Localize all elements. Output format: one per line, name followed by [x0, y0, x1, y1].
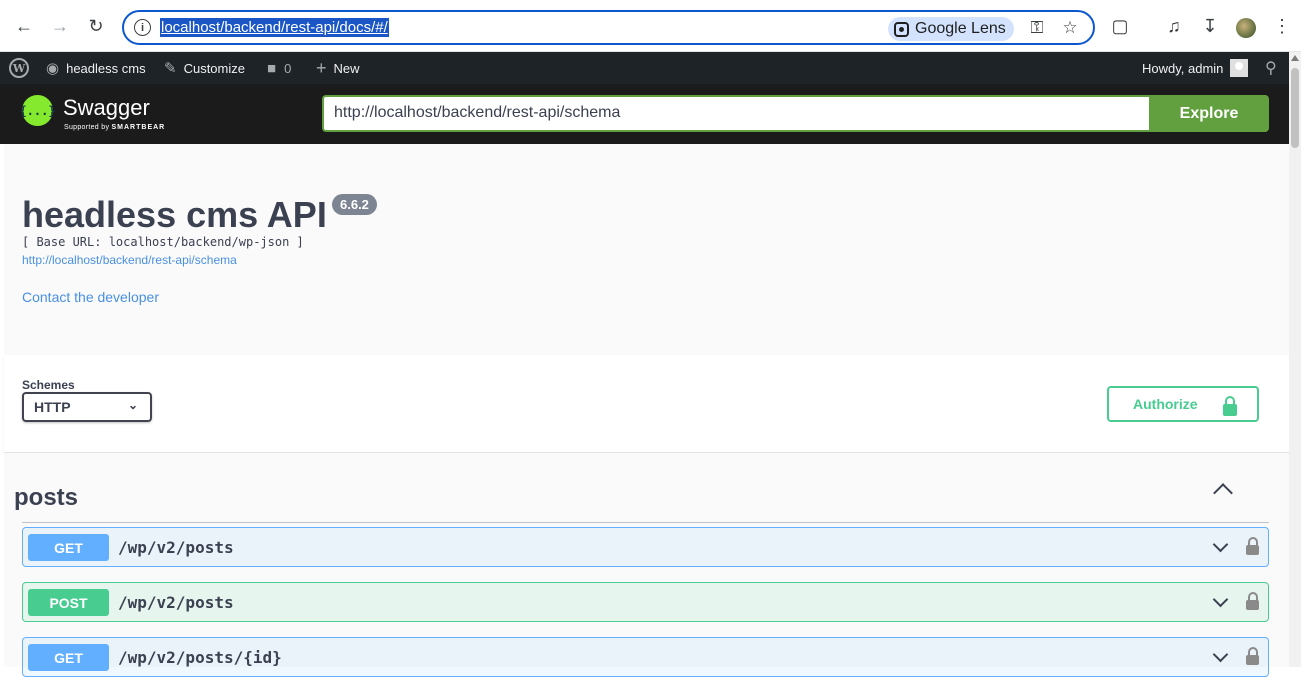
swagger-brand: Swagger: [63, 95, 150, 120]
tag-title[interactable]: posts: [14, 484, 78, 512]
supported-by-label: Supported by: [64, 124, 110, 131]
opblock-post-posts[interactable]: POST /wp/v2/posts: [22, 582, 1269, 622]
wp-comments-menu[interactable]: ■ 0: [267, 52, 291, 84]
site-info-icon[interactable]: i: [134, 19, 151, 36]
wp-customize-menu[interactable]: ✎ Customize: [164, 52, 245, 84]
opblock-get-posts[interactable]: GET /wp/v2/posts: [22, 527, 1269, 567]
comments-count: 0: [284, 60, 292, 76]
schemes-select[interactable]: HTTP ⌄: [22, 392, 152, 422]
operations-section: posts GET /wp/v2/posts POST /wp/v2/posts…: [4, 453, 1289, 677]
brush-icon: ✎: [164, 60, 177, 77]
schemes-container: Schemes HTTP ⌄ Authorize: [4, 355, 1289, 453]
wordpress-logo-icon: W: [9, 58, 29, 78]
wp-account-menu[interactable]: Howdy, admin: [1142, 52, 1249, 84]
chevron-down-icon[interactable]: [1212, 646, 1229, 663]
operation-path: /wp/v2/posts: [118, 538, 234, 557]
download-icon[interactable]: ↧: [1199, 14, 1221, 38]
lens-icon: [894, 21, 909, 37]
extensions-icon[interactable]: ▢: [1109, 14, 1131, 38]
schema-link[interactable]: http://localhost/backend/rest-api/schema: [22, 253, 237, 267]
back-arrow-icon[interactable]: ←: [12, 14, 36, 38]
reload-icon[interactable]: ↻: [84, 14, 108, 38]
chevron-down-icon[interactable]: [1212, 591, 1229, 608]
authorize-label: Authorize: [1133, 396, 1198, 412]
plus-icon: +: [316, 57, 327, 78]
wp-new-menu[interactable]: + New: [316, 52, 360, 84]
wp-site-name-menu[interactable]: ◉ headless cms: [46, 52, 146, 84]
base-url: [ Base URL: localhost/backend/wp-json ]: [22, 235, 304, 249]
howdy-label: Howdy, admin: [1142, 60, 1224, 76]
chevron-down-icon[interactable]: [1212, 536, 1229, 553]
page-scrollbar[interactable]: [1289, 52, 1301, 667]
kebab-menu-icon[interactable]: ⋮: [1271, 14, 1293, 38]
google-lens-label: Google Lens: [915, 20, 1006, 37]
version-badge: 6.6.2: [332, 194, 377, 215]
google-lens-button[interactable]: Google Lens: [888, 17, 1014, 41]
swagger-topbar: {...} Swagger Supported by SMARTBEAR htt…: [0, 84, 1289, 144]
scroll-up-arrow-icon[interactable]: [1291, 55, 1299, 61]
wp-admin-bar: W ◉ headless cms ✎ Customize ■ 0 + New H…: [0, 52, 1289, 84]
site-name-label: headless cms: [66, 60, 146, 76]
lock-icon[interactable]: [1246, 592, 1259, 610]
operation-path: /wp/v2/posts/{id}: [118, 648, 282, 667]
star-icon[interactable]: ☆: [1061, 18, 1079, 37]
media-controls-icon[interactable]: ♫: [1163, 14, 1185, 38]
search-icon[interactable]: ⚲: [1265, 52, 1277, 84]
unlocked-icon: [1223, 396, 1237, 416]
swagger-logo-icon[interactable]: {...}: [19, 95, 56, 126]
operation-path: /wp/v2/posts: [118, 593, 234, 612]
schemes-label: Schemes: [22, 378, 75, 392]
method-badge: GET: [28, 534, 109, 561]
profile-avatar[interactable]: [1236, 18, 1256, 38]
wp-logo-menu[interactable]: W: [9, 52, 29, 84]
api-title: headless cms API: [22, 194, 327, 235]
new-label: New: [333, 60, 360, 76]
method-badge: POST: [28, 589, 109, 616]
comment-bubble-icon: ■: [267, 59, 277, 77]
forward-arrow-icon[interactable]: →: [48, 14, 72, 38]
supported-by: Supported by SMARTBEAR: [64, 124, 165, 131]
user-avatar: [1230, 59, 1249, 77]
key-icon[interactable]: ⚿: [1028, 18, 1046, 37]
explore-button[interactable]: Explore: [1149, 95, 1269, 132]
authorize-button[interactable]: Authorize: [1107, 386, 1259, 422]
customize-label: Customize: [183, 60, 245, 76]
tag-header-posts[interactable]: [22, 471, 1269, 523]
chevron-down-icon: ⌄: [127, 398, 138, 412]
scroll-thumb[interactable]: [1291, 68, 1299, 148]
schemes-selected-value: HTTP: [34, 399, 71, 415]
contact-developer-link[interactable]: Contact the developer: [22, 289, 159, 305]
address-url[interactable]: localhost/backend/rest-api/docs/#/: [160, 18, 389, 37]
dashboard-icon: ◉: [46, 60, 60, 77]
lock-icon[interactable]: [1246, 647, 1259, 665]
spec-url-input[interactable]: http://localhost/backend/rest-api/schema: [322, 95, 1150, 132]
smartbear-label: SMARTBEAR: [111, 124, 166, 131]
browser-toolbar: ← → ↻ i localhost/backend/rest-api/docs/…: [0, 0, 1301, 52]
address-bar[interactable]: i localhost/backend/rest-api/docs/#/ Goo…: [122, 10, 1095, 45]
opblock-get-post-by-id[interactable]: GET /wp/v2/posts/{id}: [22, 637, 1269, 677]
lock-icon[interactable]: [1246, 537, 1259, 555]
api-info: headless cms API 6.6.2 [ Base URL: local…: [4, 144, 1289, 355]
